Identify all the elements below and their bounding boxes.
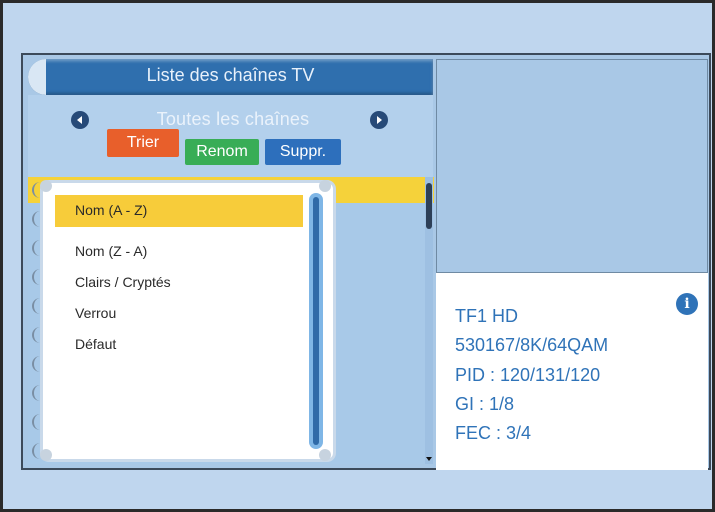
sort-option-name-asc[interactable]: Nom (A - Z) (75, 202, 147, 218)
scroll-down-icon[interactable] (425, 455, 433, 463)
sort-option-name-desc[interactable]: Nom (Z - A) (75, 243, 147, 259)
video-preview (436, 59, 708, 273)
arrow-left-icon[interactable] (71, 111, 89, 129)
popup-corner (319, 180, 331, 192)
delete-button[interactable]: Suppr. (265, 139, 341, 165)
popup-corner (40, 449, 52, 461)
channel-name: TF1 HD (455, 306, 518, 326)
popup-corner (319, 449, 331, 461)
sort-option-lock[interactable]: Verrou (75, 305, 116, 321)
sort-option-clear-encrypted[interactable]: Clairs / Cryptés (75, 274, 171, 290)
channel-group-label: Toutes les chaînes (156, 109, 310, 129)
tv-screen: Liste des chaînes TV Toutes les chaînes … (0, 0, 715, 512)
channel-list-scroll-thumb[interactable] (426, 183, 432, 229)
popup-corner (40, 180, 52, 192)
sort-button[interactable]: Trier (107, 129, 179, 157)
channel-frequency: 530167/8K/64QAM (455, 335, 609, 355)
channel-pid: PID : 120/131/120 (455, 365, 601, 385)
info-icon[interactable]: i (676, 293, 698, 315)
sort-menu-scroll-thumb[interactable] (313, 197, 319, 445)
sort-option-default[interactable]: Défaut (75, 336, 116, 352)
arrow-right-icon[interactable] (370, 111, 388, 129)
page-title: Liste des chaînes TV (146, 65, 315, 85)
channel-fec: FEC : 3/4 (455, 423, 532, 443)
channel-gi: GI : 1/8 (455, 394, 515, 414)
rename-button[interactable]: Renom (185, 139, 259, 165)
